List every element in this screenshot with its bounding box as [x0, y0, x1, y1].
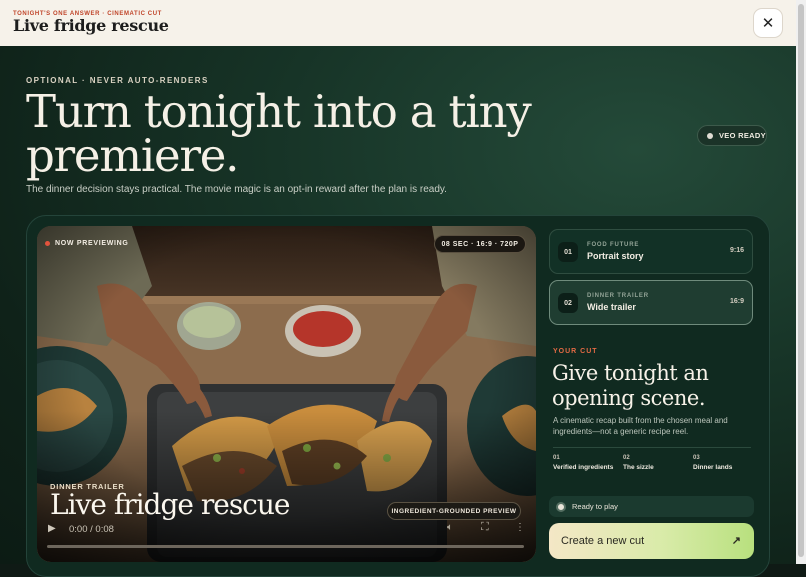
- cut-ratio: 16:9: [729, 298, 744, 305]
- step-item: 02 The sizzle: [623, 455, 685, 472]
- veo-status-badge: VEO READY: [697, 125, 767, 146]
- step-number: 01: [553, 455, 560, 461]
- veo-status-label: VEO READY: [719, 131, 766, 140]
- cut-number: 02: [558, 293, 578, 313]
- hero-kicker: OPTIONAL · NEVER AUTO-RENDERS: [26, 76, 209, 85]
- create-new-cut-button[interactable]: Create a new cut ↗: [549, 523, 754, 559]
- more-options-icon[interactable]: ⋮: [515, 522, 525, 533]
- video-time: 0:00 / 0:08: [69, 524, 114, 535]
- create-new-cut-label: Create a new cut: [561, 535, 645, 547]
- arrow-up-right-icon: ↗: [731, 535, 741, 547]
- preview-badge: INGREDIENT-GROUNDED PREVIEW: [387, 502, 521, 520]
- step-item: 01 Verified ingredients: [553, 455, 615, 472]
- close-icon: ✕: [761, 15, 775, 32]
- step-label: Dinner lands: [693, 464, 733, 471]
- your-cut-headline: Give tonight an opening scene.: [552, 361, 709, 410]
- volume-icon[interactable]: 🔈︎: [447, 522, 453, 533]
- recording-dot-icon: [45, 241, 50, 246]
- step-number: 03: [693, 455, 700, 461]
- video-spec-badge: 08 SEC · 16:9 · 720P: [434, 235, 526, 253]
- fullscreen-icon[interactable]: ⛶: [481, 521, 489, 534]
- cut-number: 01: [558, 242, 578, 262]
- close-button[interactable]: ✕: [753, 8, 783, 38]
- scrollbar-thumb[interactable]: [798, 4, 804, 557]
- page-title: Live fridge rescue: [13, 16, 169, 35]
- now-previewing-label: NOW PREVIEWING: [55, 240, 129, 247]
- radio-dot-icon: [556, 501, 566, 512]
- top-bar: TONIGHT'S ONE ANSWER · CINEMATIC CUT Liv…: [0, 0, 796, 46]
- ready-status-label: Ready to play: [572, 502, 618, 511]
- play-icon[interactable]: ▶: [48, 523, 56, 534]
- cut-name: Wide trailer: [587, 302, 636, 312]
- step-number: 02: [623, 455, 630, 461]
- cut-kicker: FOOD FUTURE: [587, 242, 640, 248]
- cut-kicker: DINNER TRAILER: [587, 293, 649, 299]
- step-label: The sizzle: [623, 464, 654, 471]
- cut-name: Portrait story: [587, 251, 644, 261]
- now-previewing-indicator: NOW PREVIEWING: [45, 240, 129, 247]
- cut-option-wide[interactable]: 02 DINNER TRAILER Wide trailer 16:9: [549, 280, 753, 325]
- hero-headline: Turn tonight into a tiny premiere.: [26, 85, 532, 182]
- ready-status: Ready to play: [549, 496, 754, 517]
- your-cut-kicker: YOUR CUT: [553, 348, 598, 355]
- cut-option-portrait[interactable]: 01 FOOD FUTURE Portrait story 9:16: [549, 229, 753, 274]
- trailer-title: Live fridge rescue: [50, 488, 290, 521]
- divider: [553, 447, 751, 448]
- cut-ratio: 9:16: [729, 247, 744, 254]
- hero-subline: The dinner decision stays practical. The…: [26, 184, 447, 195]
- video-progress-bar[interactable]: [47, 545, 524, 548]
- step-label: Verified ingredients: [553, 464, 614, 471]
- your-cut-description: A cinematic recap built from the chosen …: [553, 416, 728, 436]
- status-dot-icon: [707, 132, 713, 139]
- step-item: 03 Dinner lands: [693, 455, 755, 472]
